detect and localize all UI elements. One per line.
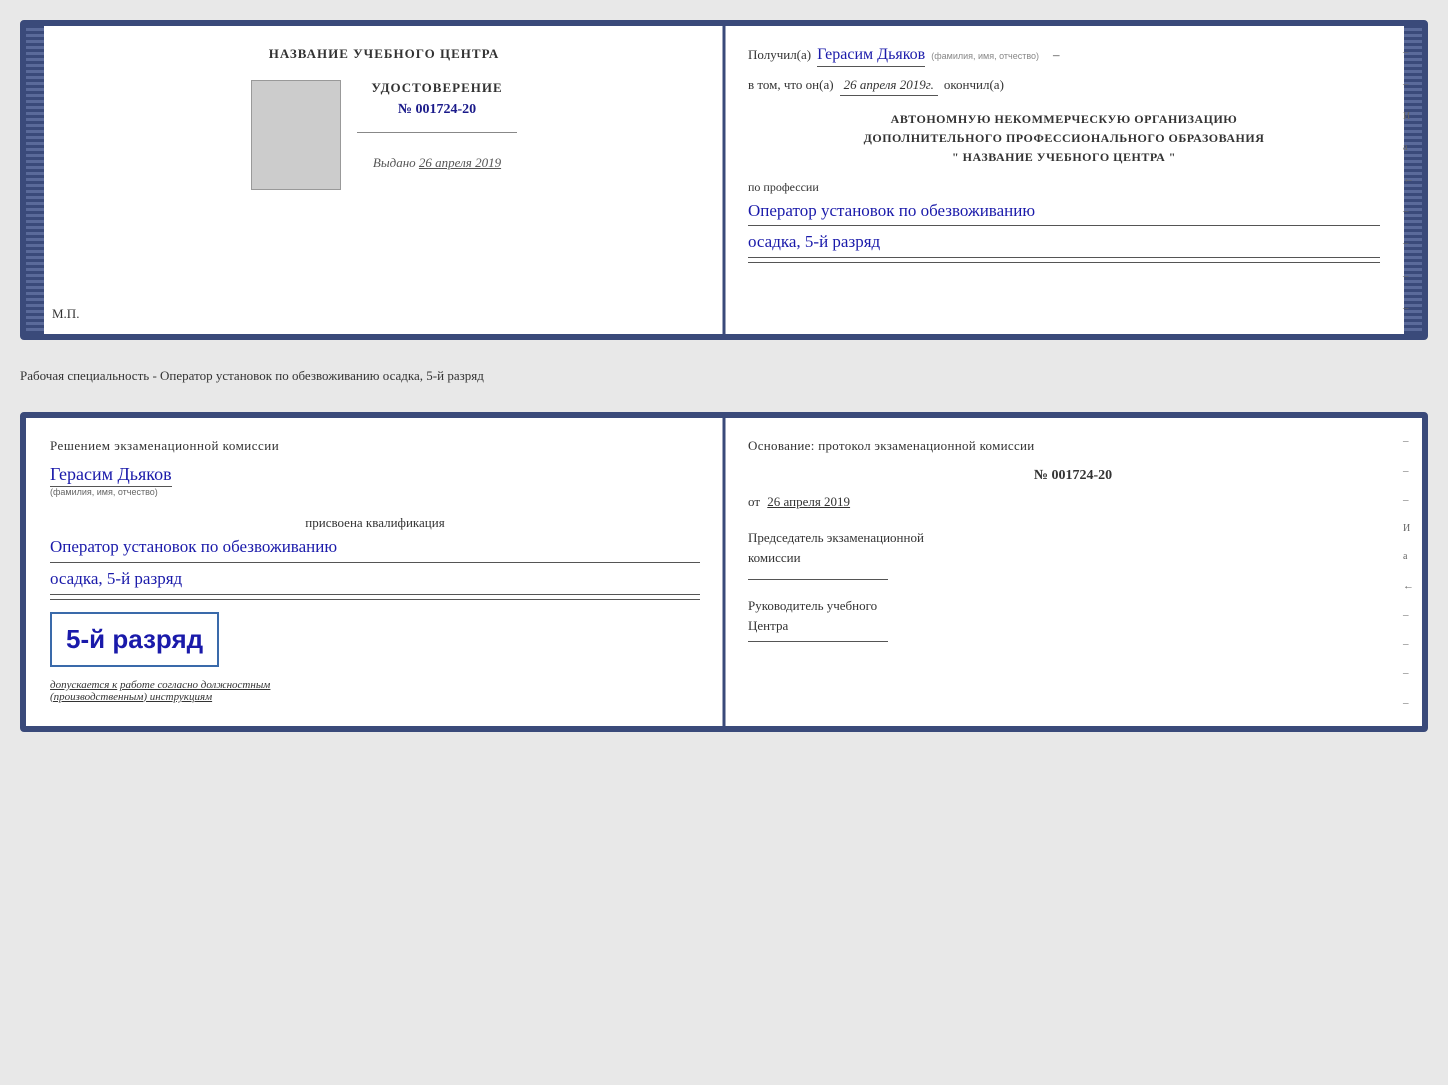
dash-separator: – (1053, 47, 1060, 63)
recipient-name: Герасим Дьяков (817, 46, 925, 67)
chairman-signature-line (748, 579, 888, 580)
photo-placeholder (251, 80, 341, 190)
org-line2: ДОПОЛНИТЕЛЬНОГО ПРОФЕССИОНАЛЬНОГО ОБРАЗО… (748, 129, 1380, 148)
mp-label: М.П. (52, 306, 79, 322)
stamp-box: 5-й разряд (50, 612, 219, 667)
qualification-line1: Оператор установок по обезвоживанию (50, 535, 700, 563)
recipient-sublabel: (фамилия, имя, отчество) (931, 51, 1039, 61)
completion-date: 26 апреля 2019г. (840, 77, 938, 96)
protocol-date-prefix: от (748, 494, 760, 509)
page-wrapper: НАЗВАНИЕ УЧЕБНОГО ЦЕНТРА УДОСТОВЕРЕНИЕ №… (20, 20, 1428, 732)
bottom-doc-left: Решением экзаменационной комиссии Гераси… (26, 418, 724, 726)
bottom-doc-right: Основание: протокол экзаменационной коми… (724, 418, 1422, 726)
cert-info: УДОСТОВЕРЕНИЕ № 001724-20 Выдано 26 апре… (357, 80, 517, 171)
bottom-rank-line (50, 599, 700, 600)
left-binding-strip (26, 26, 44, 334)
top-doc-right: Получил(а) Герасим Дьяков (фамилия, имя,… (724, 26, 1404, 334)
cert-number-prefix: № (398, 102, 412, 117)
profession-value: Оператор установок по обезвоживанию (748, 199, 1380, 227)
qualification-line2: осадка, 5-й разряд (50, 567, 700, 595)
basis-label: Основание: протокол экзаменационной коми… (748, 438, 1398, 454)
issued-label: Выдано (373, 155, 416, 170)
stamp-rank: 5-й разряд (66, 624, 203, 655)
bottom-vertical-marks-right: – – – И а ← – – – – (1403, 418, 1414, 726)
stamp-permission: допускается к работе согласно должностны… (50, 679, 700, 691)
director-label2: Центра (748, 618, 788, 633)
separator-text: Рабочая специальность - Оператор установ… (20, 358, 1428, 394)
decision-title: Решением экзаменационной комиссии (50, 438, 700, 454)
protocol-number: № 001724-20 (748, 468, 1398, 484)
org-text: АВТОНОМНУЮ НЕКОММЕРЧЕСКУЮ ОРГАНИЗАЦИЮ ДО… (748, 110, 1380, 168)
person-name-row: Герасим Дьяков (50, 464, 700, 485)
cert-number: № 001724-20 (398, 102, 476, 118)
date-row: в том, что он(а) 26 апреля 2019г. окончи… (748, 77, 1380, 96)
org-line1: АВТОНОМНУЮ НЕКОММЕРЧЕСКУЮ ОРГАНИЗАЦИЮ (748, 110, 1380, 129)
cert-content-row: УДОСТОВЕРЕНИЕ № 001724-20 Выдано 26 апре… (251, 80, 517, 190)
chairman-label: Председатель экзаменационной (748, 530, 924, 545)
right-binding-strip (1404, 26, 1422, 334)
stamp-permission2: (производственным) инструкциям (50, 691, 700, 703)
director-section: Руководитель учебного Центра (748, 596, 1398, 635)
profession-label: по профессии (748, 180, 1380, 195)
assigned-label: присвоена квалификация (50, 515, 700, 531)
date-suffix: окончил(а) (944, 77, 1004, 93)
protocol-date-row: от 26 апреля 2019 (748, 494, 1398, 510)
rank-underline (748, 262, 1380, 263)
cert-label: УДОСТОВЕРЕНИЕ (371, 80, 502, 96)
received-prefix: Получил(а) (748, 47, 811, 63)
bottom-document: Решением экзаменационной комиссии Гераси… (20, 412, 1428, 732)
training-center-title: НАЗВАНИЕ УЧЕБНОГО ЦЕНТРА (269, 46, 500, 62)
top-doc-left: НАЗВАНИЕ УЧЕБНОГО ЦЕНТРА УДОСТОВЕРЕНИЕ №… (44, 26, 724, 334)
stamp-permission-prefix: допускается к (50, 679, 117, 691)
date-prefix: в том, что он(а) (748, 77, 834, 93)
stamp-permission-text2: (производственным) инструкциям (50, 691, 212, 703)
issued-date: 26 апреля 2019 (419, 155, 501, 170)
chairman-section: Председатель экзаменационной комиссии (748, 528, 1398, 567)
cert-divider-line (357, 132, 517, 133)
rank-value: осадка, 5-й разряд (748, 230, 1380, 258)
recipient-row: Получил(а) Герасим Дьяков (фамилия, имя,… (748, 46, 1380, 69)
top-document: НАЗВАНИЕ УЧЕБНОГО ЦЕНТРА УДОСТОВЕРЕНИЕ №… (20, 20, 1428, 340)
person-sublabel: (фамилия, имя, отчество) (50, 487, 700, 497)
director-signature-line (748, 641, 888, 642)
person-name: Герасим Дьяков (50, 464, 172, 487)
director-label: Руководитель учебного (748, 598, 877, 613)
chairman-label2: комиссии (748, 550, 801, 565)
protocol-date-value: 26 апреля 2019 (767, 494, 850, 509)
issued-row: Выдано 26 апреля 2019 (373, 155, 501, 171)
org-line3: " НАЗВАНИЕ УЧЕБНОГО ЦЕНТРА " (748, 148, 1380, 167)
stamp-permission-text: работе согласно должностным (120, 679, 270, 691)
cert-number-value: 001724-20 (415, 102, 476, 117)
